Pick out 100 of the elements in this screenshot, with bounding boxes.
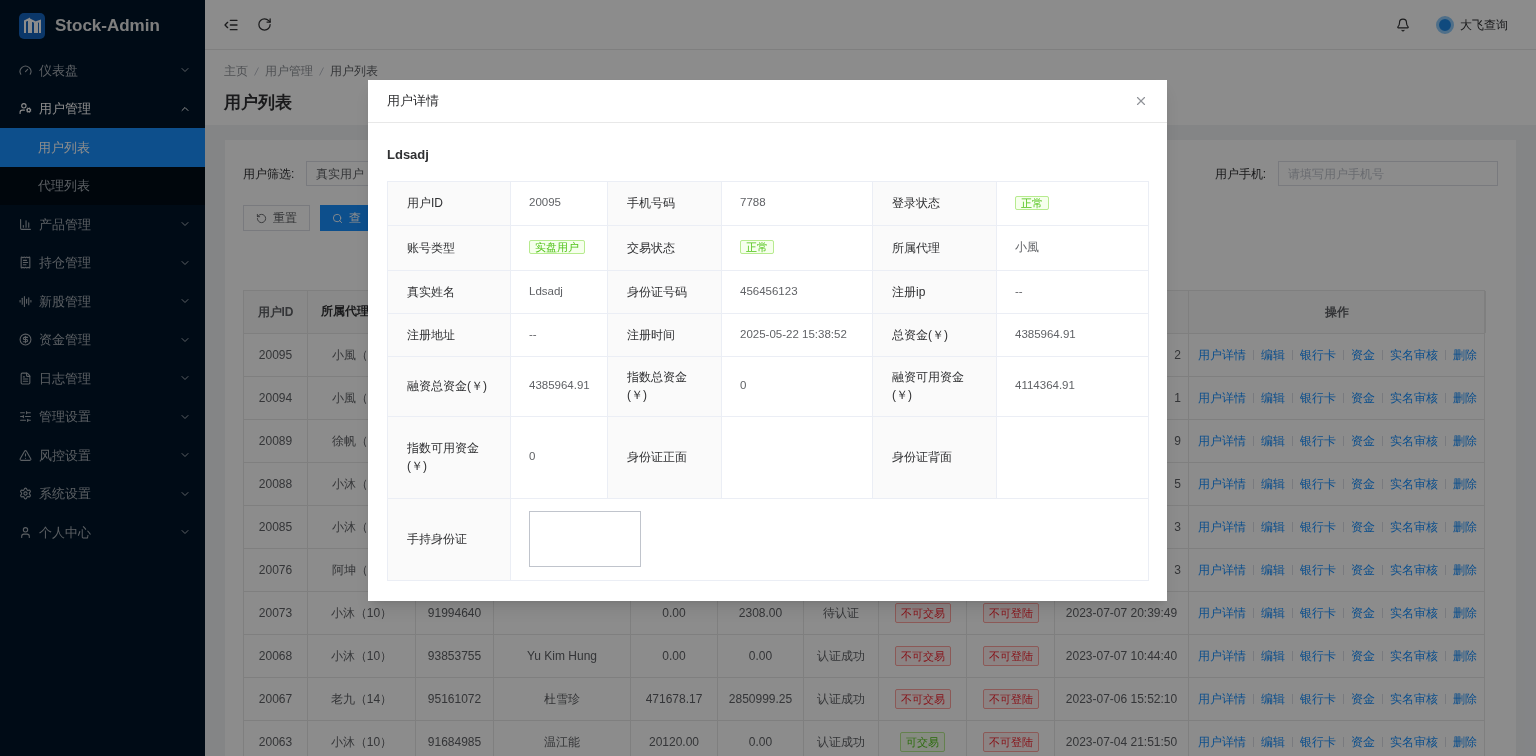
sidebar-item[interactable]: 资金管理	[0, 320, 205, 359]
action-link[interactable]: 实名审核	[1390, 518, 1438, 536]
action-link[interactable]: 实名审核	[1390, 346, 1438, 364]
action-link[interactable]: 编辑	[1261, 346, 1285, 364]
field-value: 7788	[740, 196, 766, 209]
refresh-icon[interactable]	[257, 17, 272, 32]
action-link[interactable]: 银行卡	[1300, 389, 1336, 407]
status-tag: 可交易	[900, 732, 945, 752]
action-link[interactable]: 删除	[1453, 733, 1477, 751]
action-link[interactable]: 删除	[1453, 690, 1477, 708]
action-link[interactable]: 资金	[1351, 561, 1375, 579]
field-label: 所属代理	[892, 240, 940, 255]
table-cell-text: 91994640	[427, 605, 482, 622]
table-cell-text: 0.00	[748, 648, 773, 665]
action-link[interactable]: 实名审核	[1390, 647, 1438, 665]
sidebar-item[interactable]: 管理设置	[0, 397, 205, 436]
action-link[interactable]: 银行卡	[1300, 518, 1336, 536]
field-label: 总资金(￥)	[892, 327, 948, 342]
status-tag: 不可交易	[894, 603, 951, 623]
action-link[interactable]: 编辑	[1261, 561, 1285, 579]
status-tag: 不可登陆	[982, 603, 1039, 623]
action-link[interactable]: 编辑	[1261, 432, 1285, 450]
action-link[interactable]: 用户详情	[1198, 604, 1246, 622]
field-label: 注册时间	[627, 327, 675, 342]
action-link[interactable]: 资金	[1351, 346, 1375, 364]
field-value: --	[1015, 284, 1023, 297]
table-cell-text: 杜雪珍	[544, 691, 580, 708]
action-link[interactable]: 资金	[1351, 604, 1375, 622]
action-link[interactable]: 银行卡	[1300, 475, 1336, 493]
table-cell-text: 2308.00	[738, 605, 783, 622]
action-link[interactable]: 编辑	[1261, 389, 1285, 407]
action-link[interactable]: 实名审核	[1390, 475, 1438, 493]
action-link[interactable]: 用户详情	[1198, 475, 1246, 493]
menu-icon	[19, 217, 32, 231]
bell-icon[interactable]	[1396, 17, 1410, 32]
sidebar-item[interactable]: 日志管理	[0, 359, 205, 398]
field-label: 账号类型	[407, 240, 455, 255]
action-link[interactable]: 银行卡	[1300, 647, 1336, 665]
action-link[interactable]: 资金	[1351, 475, 1375, 493]
action-link[interactable]: 实名审核	[1390, 389, 1438, 407]
action-link[interactable]: 银行卡	[1300, 690, 1336, 708]
action-link[interactable]: 实名审核	[1390, 733, 1438, 751]
action-link[interactable]: 编辑	[1261, 733, 1285, 751]
action-link[interactable]: 删除	[1453, 604, 1477, 622]
action-link[interactable]: 删除	[1453, 475, 1477, 493]
sidebar-item[interactable]: 产品管理	[0, 205, 205, 244]
action-link[interactable]: 银行卡	[1300, 733, 1336, 751]
sidebar-item[interactable]: 持仓管理	[0, 243, 205, 282]
action-link[interactable]: 实名审核	[1390, 561, 1438, 579]
action-link[interactable]: 编辑	[1261, 604, 1285, 622]
action-link[interactable]: 资金	[1351, 432, 1375, 450]
action-link[interactable]: 编辑	[1261, 647, 1285, 665]
action-link[interactable]: 用户详情	[1198, 518, 1246, 536]
action-link[interactable]: 删除	[1453, 432, 1477, 450]
action-link[interactable]: 用户详情	[1198, 389, 1246, 407]
reset-button[interactable]: 重置	[243, 205, 310, 231]
action-link[interactable]: 资金	[1351, 518, 1375, 536]
action-link[interactable]: 编辑	[1261, 475, 1285, 493]
action-link[interactable]: 用户详情	[1198, 647, 1246, 665]
close-icon[interactable]	[1134, 94, 1148, 108]
menu-icon	[19, 371, 32, 385]
separator-icon	[319, 66, 324, 76]
action-link[interactable]: 实名审核	[1390, 432, 1438, 450]
action-link[interactable]: 删除	[1453, 389, 1477, 407]
submenu-item[interactable]: 用户列表	[0, 128, 205, 167]
action-link[interactable]: 银行卡	[1300, 346, 1336, 364]
user-name[interactable]: 大飞查询	[1460, 15, 1508, 34]
action-link[interactable]: 编辑	[1261, 518, 1285, 536]
avatar[interactable]	[1436, 15, 1454, 34]
sidebar-item[interactable]: 系统设置	[0, 474, 205, 513]
action-link[interactable]: 资金	[1351, 389, 1375, 407]
action-link[interactable]: 资金	[1351, 690, 1375, 708]
action-link[interactable]: 用户详情	[1198, 561, 1246, 579]
sidebar-item[interactable]: 风控设置	[0, 436, 205, 475]
sidebar-item[interactable]: 仪表盘	[0, 51, 205, 90]
action-link[interactable]: 删除	[1453, 518, 1477, 536]
column-header: 操作	[1189, 291, 1486, 333]
field-label: 身份证背面	[892, 450, 952, 464]
action-link[interactable]: 编辑	[1261, 690, 1285, 708]
field-label: 交易状态	[627, 240, 675, 255]
action-link[interactable]: 删除	[1453, 647, 1477, 665]
action-link[interactable]: 实名审核	[1390, 604, 1438, 622]
action-link[interactable]: 用户详情	[1198, 690, 1246, 708]
action-link[interactable]: 实名审核	[1390, 690, 1438, 708]
field-label: 用户ID	[407, 196, 443, 210]
action-link[interactable]: 银行卡	[1300, 432, 1336, 450]
action-link[interactable]: 删除	[1453, 346, 1477, 364]
sidebar-item[interactable]: 新股管理	[0, 282, 205, 321]
sidebar-item[interactable]: 个人中心	[0, 513, 205, 552]
sidebar-item[interactable]: 用户管理	[0, 89, 205, 128]
action-link[interactable]: 银行卡	[1300, 604, 1336, 622]
menu-icon	[19, 102, 32, 116]
action-link[interactable]: 银行卡	[1300, 561, 1336, 579]
action-link[interactable]: 删除	[1453, 561, 1477, 579]
action-link[interactable]: 资金	[1351, 733, 1375, 751]
submenu-item[interactable]: 代理列表	[0, 166, 205, 205]
action-link[interactable]: 资金	[1351, 647, 1375, 665]
action-link[interactable]: 用户详情	[1198, 346, 1246, 364]
action-link[interactable]: 用户详情	[1198, 432, 1246, 450]
action-link[interactable]: 用户详情	[1198, 733, 1246, 751]
